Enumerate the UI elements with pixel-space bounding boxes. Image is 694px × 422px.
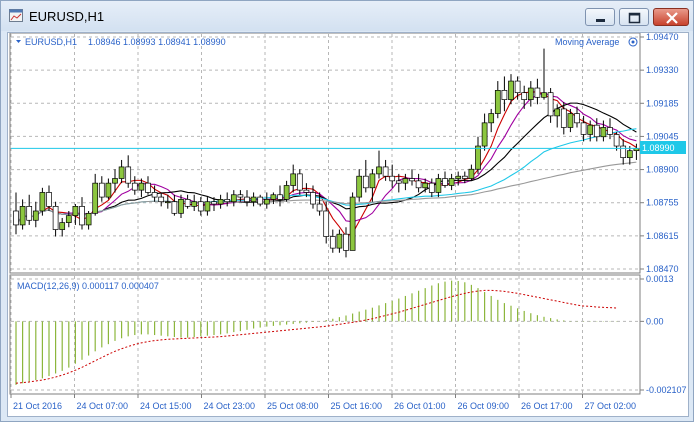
- time-tick-label: 21 Oct 2016: [13, 401, 62, 411]
- price-tick-label: 1.08900: [646, 165, 679, 175]
- price-tick-label: 1.09470: [646, 33, 679, 42]
- symbol-label: EURUSD,H1: [25, 37, 77, 47]
- time-tick-label: 26 Oct 01:00: [394, 401, 446, 411]
- candle: [349, 192, 356, 251]
- restore-button[interactable]: [619, 8, 649, 26]
- price-tick-label: 1.08755: [646, 198, 679, 208]
- title-bar[interactable]: EURUSD,H1: [1, 1, 693, 31]
- price-chart[interactable]: EURUSD,H1 1.08946 1.08993 1.08941 1.0899…: [8, 32, 688, 416]
- indicator-label: Moving Average: [555, 37, 619, 47]
- macd-tick-label: 0.00: [646, 316, 664, 326]
- time-tick-label: 24 Oct 23:00: [204, 401, 256, 411]
- macd-pane: [9, 274, 641, 395]
- macd-axis: 0.0013 0.00 -0.002107: [640, 274, 687, 395]
- ohlc-label: 1.08946 1.08993 1.08941 1.08990: [88, 37, 226, 47]
- time-tick-label: 24 Oct 15:00: [140, 401, 192, 411]
- chart-window-icon: [9, 9, 23, 22]
- window-title: EURUSD,H1: [29, 9, 105, 24]
- main-pane: [9, 32, 641, 274]
- price-tick-label: 1.09045: [646, 131, 679, 141]
- price-tick-label: 1.08615: [646, 231, 679, 241]
- time-tick-label: 26 Oct 17:00: [521, 401, 573, 411]
- macd-label: MACD(12,26,9) 0.000117 0.000407: [17, 281, 159, 291]
- macd-tick-label: 0.0013: [646, 274, 674, 284]
- current-price-tag: 1.08990: [642, 143, 675, 153]
- time-tick-label: 27 Oct 02:00: [585, 401, 637, 411]
- restore-icon: [628, 12, 641, 24]
- minimize-icon: [596, 19, 605, 22]
- close-button[interactable]: [653, 8, 689, 26]
- price-tick-label: 1.09185: [646, 98, 679, 108]
- macd-tick-label: -0.002107: [646, 385, 687, 395]
- time-tick-label: 24 Oct 07:00: [77, 401, 129, 411]
- close-icon: [666, 12, 678, 24]
- time-tick-label: 25 Oct 16:00: [331, 401, 383, 411]
- time-tick-label: 25 Oct 08:00: [267, 401, 319, 411]
- time-axis: 21 Oct 2016 24 Oct 07:00 24 Oct 15:00 24 Oc…: [10, 394, 637, 411]
- chart-window: EURUSD,H1 EURUSD,H1 1.08946 1.08993 1.08…: [0, 0, 694, 422]
- price-tick-label: 1.09330: [646, 65, 679, 75]
- chart-area[interactable]: EURUSD,H1 1.08946 1.08993 1.08941 1.0899…: [7, 32, 689, 417]
- time-tick-label: 26 Oct 09:00: [458, 401, 510, 411]
- price-tick-label: 1.08470: [646, 264, 679, 274]
- minimize-button[interactable]: [585, 8, 615, 26]
